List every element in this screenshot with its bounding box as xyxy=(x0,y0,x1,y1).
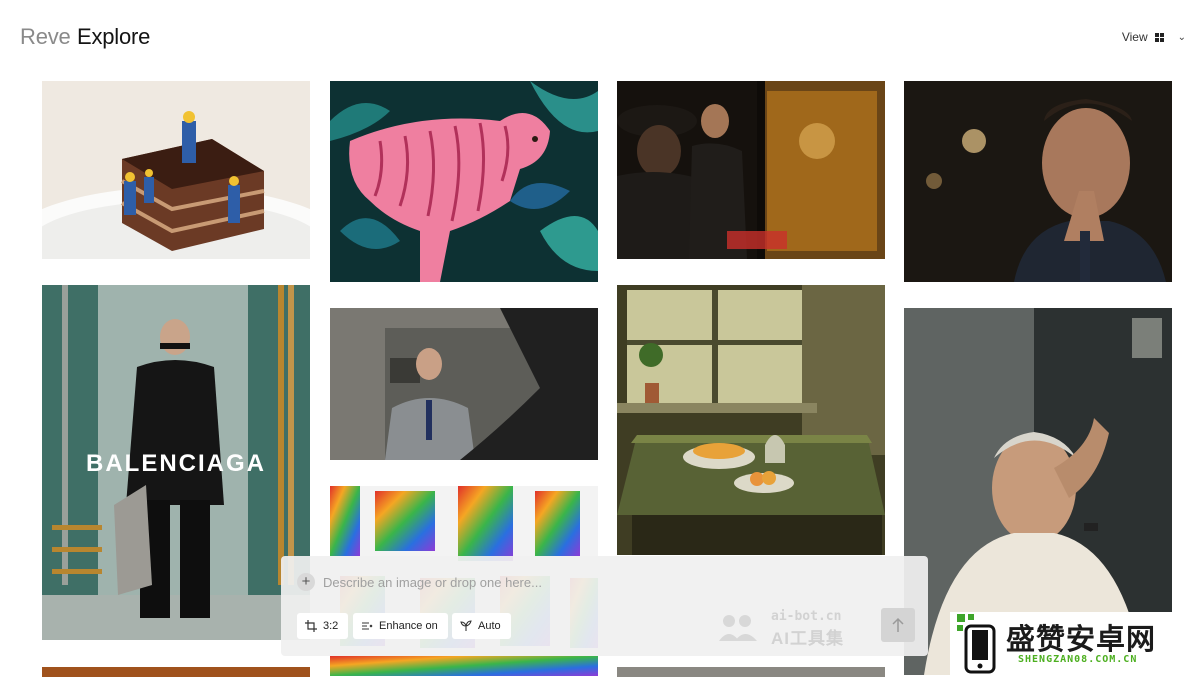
page-title: Explore xyxy=(77,24,151,49)
watermark-site-name: 盛赞安卓网 xyxy=(1006,622,1157,656)
watermark-domain: ai-bot.cn xyxy=(771,609,842,624)
watermark-site-domain: SHENGZAN08.COM.CN xyxy=(1018,654,1138,665)
view-menu-button[interactable]: View ⌄ xyxy=(1122,28,1186,46)
prompt-composer: + 3:2 Enhance on Auto ai-bot.cn AI工具集 xyxy=(281,556,928,656)
gallery-image-cake[interactable] xyxy=(42,81,310,259)
sprout-icon xyxy=(460,620,472,631)
enhance-icon xyxy=(362,622,373,630)
chevron-down-icon: ⌄ xyxy=(1177,31,1186,43)
brand-logo[interactable]: Reve xyxy=(20,24,71,50)
crop-icon xyxy=(305,620,317,632)
top-bar: Reve Explore View ⌄ xyxy=(0,0,1200,76)
gallery-image-balenciaga[interactable]: BALENCIAGA xyxy=(42,285,310,640)
gallery-image-dish[interactable] xyxy=(42,667,310,677)
aspect-ratio-label: 3:2 xyxy=(323,620,339,632)
gallery-image-cafe[interactable] xyxy=(617,81,885,259)
gallery-image-praying-man[interactable] xyxy=(904,81,1172,282)
auto-model-button[interactable]: Auto xyxy=(452,613,511,639)
gallery-image-tiger[interactable] xyxy=(330,81,598,282)
grid-icon xyxy=(1154,32,1164,42)
gallery-image-mirror-man[interactable] xyxy=(330,308,598,460)
watermark-name: AI工具集 xyxy=(771,629,844,648)
brand-overlay-text: BALENCIAGA xyxy=(86,450,266,477)
watermark-logo-icon xyxy=(719,615,757,641)
phone-logo-icon xyxy=(957,614,996,674)
gallery-image-street[interactable] xyxy=(617,667,885,677)
gallery-image-kitchen[interactable] xyxy=(617,285,885,555)
view-label: View xyxy=(1121,30,1148,44)
auto-label: Auto xyxy=(478,620,501,632)
enhance-toggle[interactable]: Enhance on xyxy=(353,613,448,639)
ai-bot-watermark: ai-bot.cn AI工具集 xyxy=(715,609,875,648)
aspect-ratio-button[interactable]: 3:2 xyxy=(297,613,349,639)
enhance-label: Enhance on xyxy=(379,620,438,632)
arrow-up-icon xyxy=(892,617,904,632)
submit-button[interactable] xyxy=(881,608,915,642)
plus-icon[interactable]: + xyxy=(297,573,315,591)
shengzan-watermark: 盛赞安卓网 SHENGZAN08.COM.CN xyxy=(950,612,1200,675)
prompt-input[interactable] xyxy=(323,570,883,594)
